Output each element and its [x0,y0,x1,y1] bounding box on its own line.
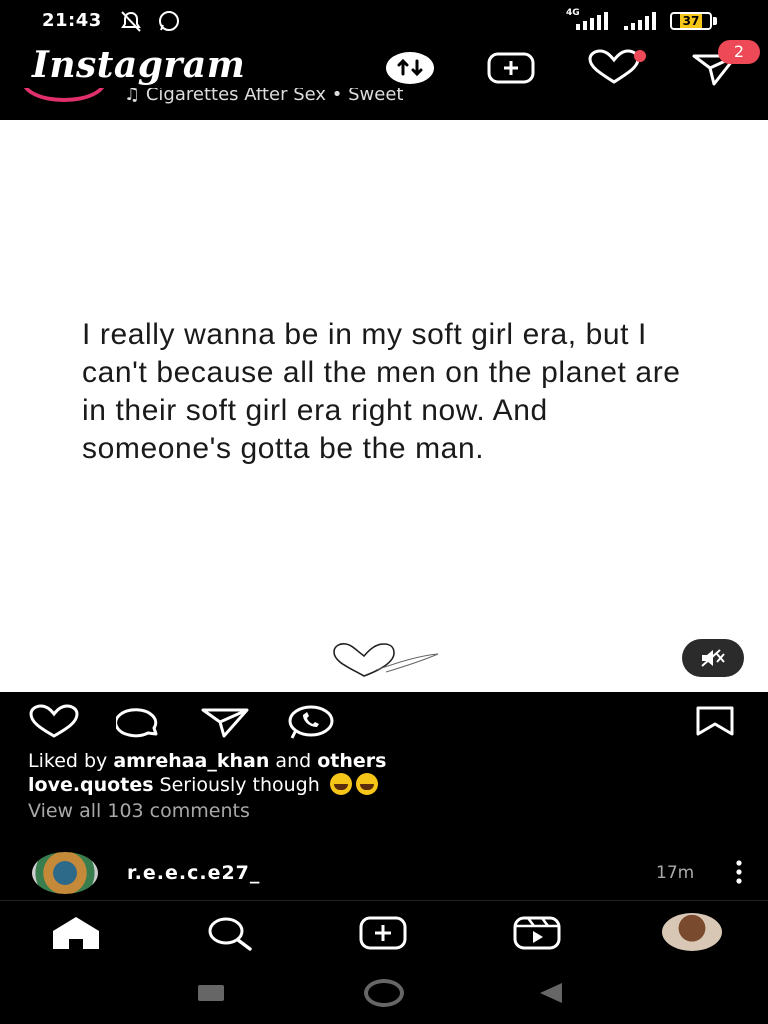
save-icon[interactable] [694,704,736,740]
speaker-muted-icon [701,649,725,667]
battery-level: 37 [679,14,703,28]
likes-user[interactable]: amrehaa_khan [113,750,269,772]
previous-post-avatar[interactable] [22,88,106,102]
previous-post-peek: ♫ Cigarettes After Sex • Sweet [0,88,768,120]
instagram-logo[interactable]: Instagram [32,44,245,86]
signal-strength-icon [576,12,608,30]
bottom-navigation [0,901,768,963]
view-comments-link[interactable]: View all 103 comments [28,800,250,822]
whatsapp-icon[interactable] [284,704,336,740]
next-post-header: r.e.e.c.e27_ 17m [0,846,768,900]
next-post-avatar[interactable] [32,852,98,894]
home-icon[interactable] [50,913,102,953]
next-post-username[interactable]: r.e.e.c.e27_ [127,862,260,884]
tears-of-joy-emoji-icon [355,773,378,795]
profile-avatar[interactable] [662,913,722,951]
new-post-icon[interactable] [486,48,536,88]
notification-count: 2 [733,42,745,61]
post-image[interactable]: I really wanna be in my soft girl era, b… [0,120,768,692]
previous-post-music[interactable]: ♫ Cigarettes After Sex • Sweet [124,88,403,105]
reels-icon[interactable] [512,913,562,953]
recent-apps-button[interactable] [198,985,224,1001]
create-icon[interactable] [358,913,408,953]
share-icon[interactable] [200,704,250,740]
heart-icon[interactable] [586,48,650,88]
caption-text: Seriously though [153,774,326,796]
status-time: 21:43 [42,10,102,31]
back-button[interactable] [536,981,566,1005]
battery-icon: 37 [670,12,712,30]
post-actions [0,700,768,744]
next-post-time: 17m [656,863,695,883]
system-navigation-bar [0,963,768,1024]
app-header: Instagram 2 [0,40,768,92]
caption-username[interactable]: love.quotes [28,774,154,796]
signal-strength-icon-2 [624,12,656,30]
notification-badge: 2 [718,40,760,64]
likes-line[interactable]: Liked by amrehaa_khan and others [28,750,386,772]
music-note-icon: ♫ [124,88,146,105]
comment-icon[interactable] [116,704,164,740]
post-caption: love.quotes Seriously though [28,773,378,796]
like-icon[interactable] [28,704,80,740]
mute-button[interactable] [682,639,744,677]
notifications-muted-icon [121,11,141,32]
likes-prefix: Liked by [28,750,114,772]
post-quote-text: I really wanna be in my soft girl era, b… [82,318,681,465]
battery-tip [713,17,717,25]
likes-and: and [269,750,318,772]
data-saver-icon[interactable] [384,48,436,88]
previous-post-music-label: Cigarettes After Sex • Sweet [145,88,404,105]
likes-others[interactable]: others [317,750,386,772]
status-bar: 21:43 4G 37 [0,0,768,44]
whatsapp-status-icon [159,11,179,31]
heart-doodle-icon [333,643,439,677]
search-icon[interactable] [204,913,254,953]
more-options-icon[interactable] [734,860,744,884]
sweat-smile-emoji-icon [329,773,352,795]
home-button[interactable] [364,979,404,1007]
